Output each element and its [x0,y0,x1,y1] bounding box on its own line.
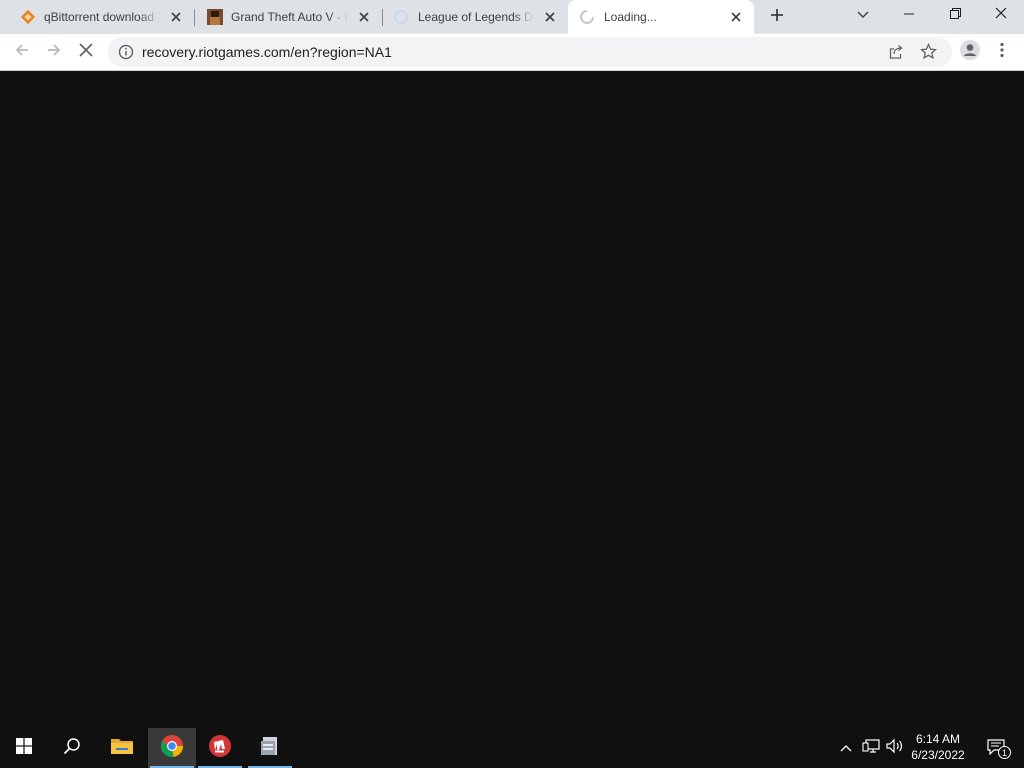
close-icon [995,6,1007,24]
network-icon [862,738,880,759]
qbittorrent-diamond-icon [20,9,36,25]
profile-button[interactable] [956,38,984,66]
restore-button[interactable] [932,0,978,30]
stop-loading-icon [79,42,93,62]
notification-icon: 1 [987,738,1011,759]
tab-title: qBittorrent download | [44,10,160,24]
app-window-icon [259,735,281,762]
loading-spinner-icon [579,9,595,25]
tab-league-of-legends[interactable]: League of Legends Do [382,0,568,34]
back-button[interactable] [8,38,36,66]
file-explorer-icon [110,736,134,761]
search-button[interactable] [48,728,96,768]
chrome-icon [160,734,184,763]
file-explorer-button[interactable] [98,728,146,768]
volume-tray-button[interactable] [885,738,905,758]
gta-thumbnail-icon [207,9,223,25]
tab-loading-active[interactable]: Loading... [568,0,754,34]
riot-client-icon [208,734,232,763]
tab-search-button[interactable] [840,0,886,30]
speaker-icon [886,738,904,759]
riot-client-button[interactable] [196,728,244,768]
windows-taskbar: 6:14 AM 6/23/2022 1 [0,728,1024,768]
show-hidden-icons-button[interactable] [836,738,856,758]
close-tab-icon[interactable] [356,9,372,25]
restore-icon [949,6,961,24]
network-tray-button[interactable] [861,738,881,758]
action-center-button[interactable]: 1 [978,728,1018,768]
url-text[interactable]: recovery.riotgames.com/en?region=NA1 [142,45,392,59]
chevron-up-icon [840,739,852,757]
address-bar[interactable]: recovery.riotgames.com/en?region=NA1 [108,37,952,67]
clock-date: 6/23/2022 [911,748,965,762]
menu-button[interactable] [988,38,1016,66]
minimize-icon [904,6,914,24]
clock-time: 6:14 AM [915,732,961,746]
app-taskbar-button[interactable] [246,728,294,768]
page-content [0,71,1024,728]
start-button[interactable] [0,728,48,768]
tab-title: League of Legends Do [418,10,534,24]
share-icon[interactable] [888,44,904,65]
close-tab-icon[interactable] [542,9,558,25]
system-clock[interactable]: 6:14 AM 6/23/2022 [904,731,972,765]
info-icon[interactable] [118,44,134,65]
stop-loading-button[interactable] [72,38,100,66]
kebab-menu-icon [1000,42,1004,63]
tab-gta[interactable]: Grand Theft Auto V - Fr [194,0,383,34]
browser-toolbar: recovery.riotgames.com/en?region=NA1 [0,34,1024,71]
forward-arrow-icon [46,42,62,63]
forward-button[interactable] [40,38,68,66]
star-icon[interactable] [919,42,938,65]
back-arrow-icon [14,42,30,63]
close-tab-icon[interactable] [168,9,184,25]
notification-count-badge: 1 [998,746,1011,759]
close-window-button[interactable] [978,0,1024,30]
tab-title: Loading... [604,10,657,24]
close-tab-icon[interactable] [728,9,744,25]
tab-strip: qBittorrent download | Grand Theft Auto … [0,0,1024,34]
profile-icon [960,39,980,65]
tab-title: Grand Theft Auto V - Fr [231,10,348,24]
search-icon [63,737,81,760]
tab-qbittorrent[interactable]: qBittorrent download | [0,0,195,34]
chrome-taskbar-button[interactable] [148,728,196,768]
minimize-button[interactable] [886,0,932,30]
loading-circle-icon [393,9,409,25]
windows-start-icon [16,737,32,759]
chevron-down-icon [857,6,869,24]
new-tab-button[interactable] [765,5,789,29]
plus-icon [770,8,784,27]
